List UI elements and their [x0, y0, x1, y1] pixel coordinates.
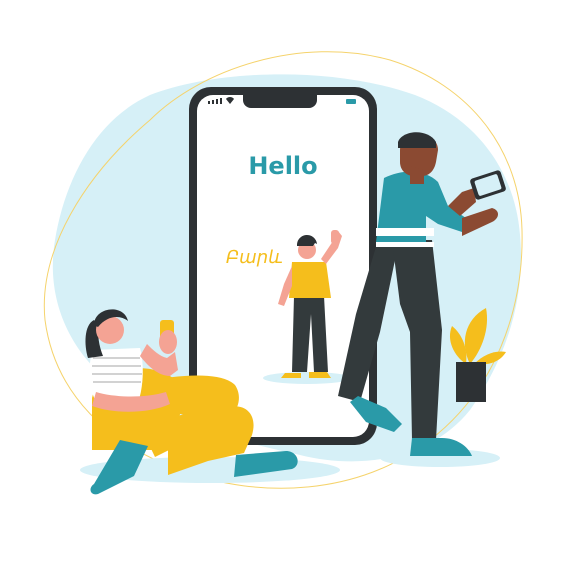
illustration-scene: Hello Բարև — [43, 51, 523, 495]
battery-icon — [346, 99, 356, 104]
hello-text: Hello — [248, 152, 317, 180]
armenian-greeting-text: Բարև — [226, 247, 283, 268]
phone-notch — [243, 95, 317, 108]
